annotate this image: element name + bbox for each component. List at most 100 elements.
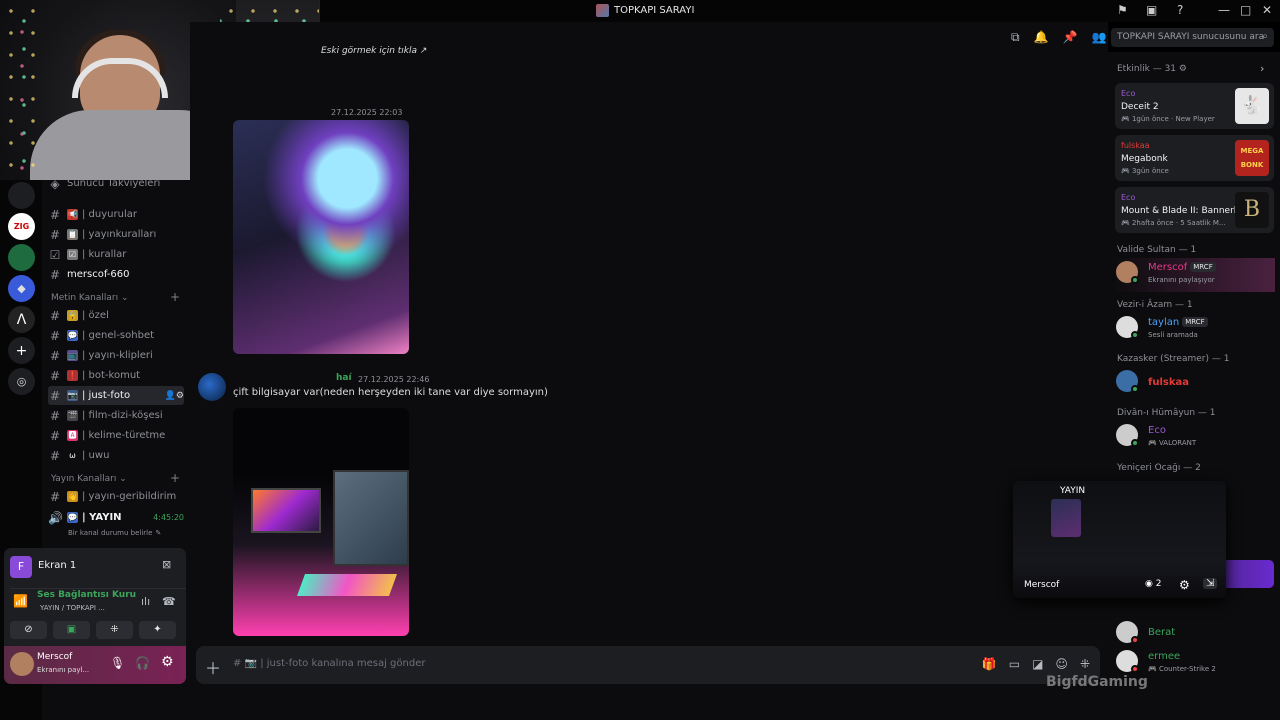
member-merscof[interactable]: Merscof MRCF Ekranını paylaşıyor: [1113, 258, 1275, 292]
channel-kurallar[interactable]: ☑ ☑ | kurallar: [48, 245, 184, 264]
close-icon[interactable]: ✕: [1262, 3, 1272, 17]
role-header: Yeniçeri Ocağı — 2: [1117, 463, 1201, 473]
sticker-icon[interactable]: ◪: [1032, 657, 1043, 671]
pc-photo-1[interactable]: [233, 120, 409, 354]
bell-icon[interactable]: 🔔: [1034, 30, 1049, 45]
microphone-icon[interactable]: 🎙: [110, 656, 125, 670]
stream-settings-icon[interactable]: ⚙: [1179, 578, 1190, 592]
user-panel[interactable]: Merscof Ekranını payl... 🎙 🎧 ⚙: [4, 646, 186, 684]
settings-gear-icon[interactable]: ⚙: [161, 654, 174, 670]
channel-uwu[interactable]: # ω | uwu: [48, 446, 184, 465]
minimize-icon[interactable]: —: [1218, 3, 1230, 17]
disconnect-icon[interactable]: ☎: [162, 595, 176, 608]
composer-controls: 🎁 ▭ ◪ ☺ ⁜: [982, 657, 1090, 671]
add-member-icon[interactable]: 👤⚙: [165, 391, 184, 401]
activity-game: Megabonk: [1121, 154, 1168, 164]
channel-yayin-geribildirim[interactable]: # 👋 | yayın-geribildirim: [48, 487, 184, 506]
composer-placeholder: # 📷 | just-foto kanalına mesaj gönder: [233, 658, 426, 669]
add-channel-icon[interactable]: +: [170, 290, 180, 304]
channel-merscof-660[interactable]: # merscof-660: [48, 265, 184, 284]
server-avatar-zig[interactable]: ZIG: [8, 213, 35, 240]
hash-icon: #: [49, 428, 61, 443]
member-name: fulskaa: [1148, 377, 1189, 388]
chevron-right-icon[interactable]: ›: [1260, 62, 1264, 75]
category-stream[interactable]: Yayın Kanalları ⌄: [51, 474, 127, 484]
discover-icon[interactable]: ◎: [8, 368, 35, 395]
channel-just-foto[interactable]: # 📷 | just-foto 👤⚙: [48, 386, 184, 405]
omega-icon: ω: [69, 451, 76, 460]
channel-genel-sohbet[interactable]: # 💬 | genel-sohbet: [48, 326, 184, 345]
help-icon[interactable]: ?: [1177, 3, 1183, 17]
headphones-icon[interactable]: 🎧: [135, 656, 150, 670]
screen-icon[interactable]: ▣: [1146, 3, 1157, 17]
stream-popout[interactable]: YAYIN Merscof ◉ 2 ⚙ ⇲: [1013, 481, 1226, 598]
exit-stream-icon[interactable]: ⇲: [1203, 578, 1218, 589]
window-title: TOPKAPI SARAYI: [596, 4, 694, 17]
close-stream-icon[interactable]: ⊠: [162, 558, 171, 571]
voice-location: YAYIN / TOPKAPI ...: [40, 604, 105, 612]
voice-panel: F Ekran 1 ⊠ 📶 Ses Bağlantısı Kuru YAYIN …: [4, 548, 186, 684]
hash-icon: #: [49, 328, 61, 343]
server-avatar-5[interactable]: Λ: [8, 306, 35, 333]
flag-icon[interactable]: ⚑: [1117, 3, 1128, 17]
member-taylan[interactable]: taylan MRCF Sesli aramada: [1113, 313, 1275, 347]
message-composer[interactable]: ＋ # 📷 | just-foto kanalına mesaj gönder …: [196, 646, 1100, 684]
search-input[interactable]: TOPKAPI SARAYI sunucusunu ara ⌕: [1111, 28, 1274, 47]
activities-button[interactable]: ⁜: [96, 621, 133, 639]
user-avatar[interactable]: [198, 373, 226, 401]
activity-card[interactable]: Eco Mount & Blade II: Bannerl... 🎮 2haft…: [1115, 187, 1274, 233]
server-avatar-3[interactable]: [8, 244, 35, 271]
member-eco[interactable]: Eco 🎮 VALORANT: [1113, 421, 1275, 455]
camera-off-button[interactable]: ⊘: [10, 621, 47, 639]
message-timestamp: 27.12.2025 22:46: [358, 375, 430, 384]
gif-icon[interactable]: ▭: [1009, 657, 1020, 671]
server-avatar-1[interactable]: [8, 182, 35, 209]
hash-icon: #: [49, 388, 61, 403]
channel-yayin-klipleri[interactable]: # 📺 | yayın-klipleri: [48, 346, 184, 365]
category-text[interactable]: Metin Kanalları ⌄: [51, 293, 129, 303]
member-name: Berat: [1148, 627, 1176, 638]
activity-card[interactable]: Eco Deceit 2 🎮 1gün önce · New Player 🐇: [1115, 83, 1274, 129]
screen-share-button[interactable]: ▣: [53, 621, 90, 639]
channel-bot-komut[interactable]: # ❗ | bot-komut: [48, 366, 184, 385]
game-art-megabonk: MEGA BONK: [1235, 140, 1269, 176]
apps-icon[interactable]: ⁜: [1080, 657, 1090, 671]
soundboard-button[interactable]: ✦: [139, 621, 176, 639]
activity-header[interactable]: Etkinlik — 31 ⚙: [1117, 64, 1187, 74]
pc-photo-2[interactable]: [233, 408, 409, 636]
soundwave-icon[interactable]: ılı: [141, 595, 150, 608]
attach-plus-icon[interactable]: ＋: [205, 655, 221, 679]
member-status: 🎮 Counter-Strike 2: [1148, 665, 1216, 673]
gift-icon[interactable]: 🎁: [982, 657, 997, 671]
connection-status[interactable]: Ses Bağlantısı Kuru: [37, 590, 136, 600]
members-icon[interactable]: 👥: [1091, 30, 1106, 45]
channel-label: | yayınkuralları: [82, 229, 157, 240]
channel-ozel[interactable]: # 🔒 | özel: [48, 306, 184, 325]
add-server-icon[interactable]: +: [8, 337, 35, 364]
member-fulskaa[interactable]: fulskaa: [1113, 367, 1275, 401]
header-toolbar: ⧉ 🔔 📌 👥: [1011, 30, 1106, 45]
view-older-label: Eski görmek için tıkla: [321, 46, 418, 56]
game-art-bannerlord: B: [1235, 192, 1269, 228]
activity-card[interactable]: fulskaa Megabonk 🎮 3gün önce MEGA BONK: [1115, 135, 1274, 181]
channel-label: | duyurular: [82, 209, 137, 220]
message-author[interactable]: haí: [336, 373, 352, 383]
channel-film-dizi-kosesi[interactable]: # 🎬 | film-dizi-köşesi: [48, 406, 184, 425]
channel-duyurular[interactable]: # 📢 | duyurular: [48, 205, 184, 224]
threads-icon[interactable]: ⧉: [1011, 30, 1020, 45]
pin-icon[interactable]: 📌: [1063, 30, 1078, 45]
server-avatar-4[interactable]: ◆: [8, 275, 35, 302]
channel-label: | kurallar: [82, 249, 127, 260]
emoji-icon[interactable]: ☺: [1055, 657, 1068, 671]
add-channel-icon[interactable]: +: [170, 471, 180, 485]
view-older-link[interactable]: Eski görmek için tıkla ↗: [321, 46, 427, 56]
tv-icon: 📺: [67, 350, 78, 361]
avatar[interactable]: [10, 652, 34, 676]
status-dot: [1131, 439, 1139, 447]
channel-status-hint[interactable]: Bir kanal durumu belirle ✎: [68, 523, 204, 542]
channel-yayinkurallari[interactable]: # 📋 | yayınkuralları: [48, 225, 184, 244]
maximize-icon[interactable]: □: [1240, 3, 1251, 17]
eye-icon: ◉: [1145, 579, 1153, 589]
channel-kelime-turetme[interactable]: # 🅰 | kelime-türetme: [48, 426, 184, 445]
stream-icon: F: [10, 556, 32, 578]
